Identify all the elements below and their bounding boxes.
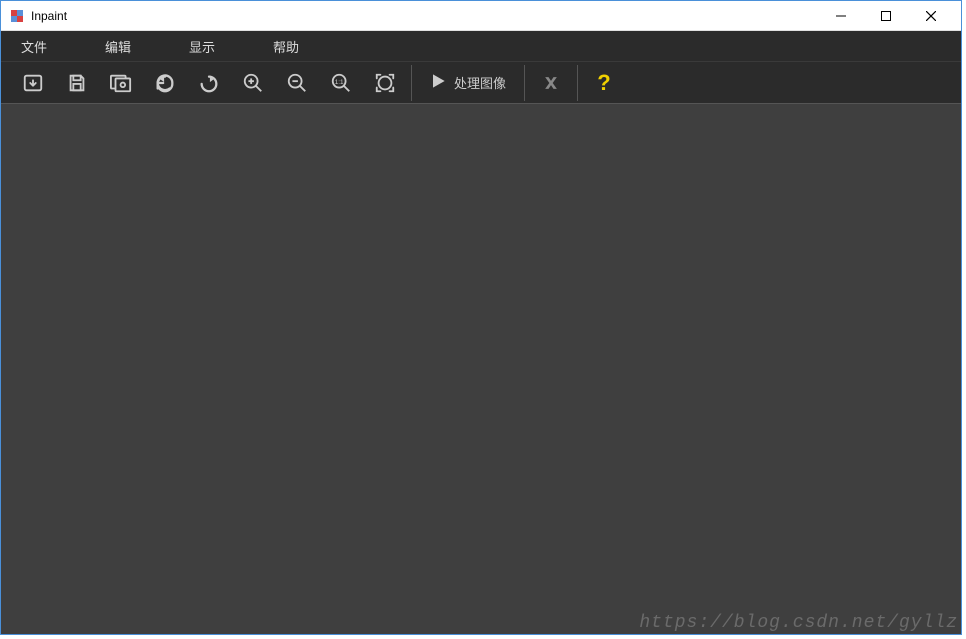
zoom-fit-button[interactable] <box>363 62 407 104</box>
process-label: 处理图像 <box>454 73 506 92</box>
zoom-actual-button[interactable]: 1:1 <box>319 62 363 104</box>
cancel-button[interactable] <box>529 62 573 104</box>
watermark: https://blog.csdn.net/gyllz <box>639 613 958 633</box>
zoom-out-button[interactable] <box>275 62 319 104</box>
open-icon <box>22 72 44 94</box>
menubar: 文件 编辑 显示 帮助 <box>1 31 961 61</box>
app-title: Inpaint <box>31 9 818 23</box>
process-image-button[interactable]: 处理图像 <box>416 62 520 104</box>
toolbar-separator <box>411 65 412 101</box>
zoom-fit-icon <box>374 72 396 94</box>
save-icon <box>66 72 88 94</box>
undo-button[interactable] <box>143 62 187 104</box>
redo-icon <box>198 72 220 94</box>
window-controls <box>818 1 953 31</box>
play-icon <box>428 71 448 94</box>
minimize-button[interactable] <box>818 1 863 31</box>
toolbar-separator <box>524 65 525 101</box>
toolbar-separator <box>577 65 578 101</box>
zoom-actual-icon: 1:1 <box>330 72 352 94</box>
zoom-out-icon <box>286 72 308 94</box>
zoom-in-icon <box>242 72 264 94</box>
help-icon: ? <box>597 70 610 96</box>
help-button[interactable]: ? <box>582 62 626 104</box>
undo-icon <box>154 72 176 94</box>
app-window: Inpaint 文件 编辑 显示 帮助 <box>0 0 962 635</box>
redo-button[interactable] <box>187 62 231 104</box>
app-icon <box>9 8 25 24</box>
maximize-button[interactable] <box>863 1 908 31</box>
zoom-in-button[interactable] <box>231 62 275 104</box>
titlebar: Inpaint <box>1 1 961 31</box>
toolbar: 1:1 处理图像 <box>1 61 961 103</box>
menu-file[interactable]: 文件 <box>11 37 75 56</box>
svg-text:1:1: 1:1 <box>335 78 344 85</box>
save-button[interactable] <box>55 62 99 104</box>
menu-view[interactable]: 显示 <box>179 37 243 56</box>
canvas-area[interactable] <box>1 103 961 634</box>
cancel-icon <box>541 73 561 93</box>
open-button[interactable] <box>11 62 55 104</box>
compare-icon <box>109 72 133 94</box>
menu-edit[interactable]: 编辑 <box>95 37 159 56</box>
menu-help[interactable]: 帮助 <box>263 37 327 56</box>
compare-button[interactable] <box>99 62 143 104</box>
close-button[interactable] <box>908 1 953 31</box>
